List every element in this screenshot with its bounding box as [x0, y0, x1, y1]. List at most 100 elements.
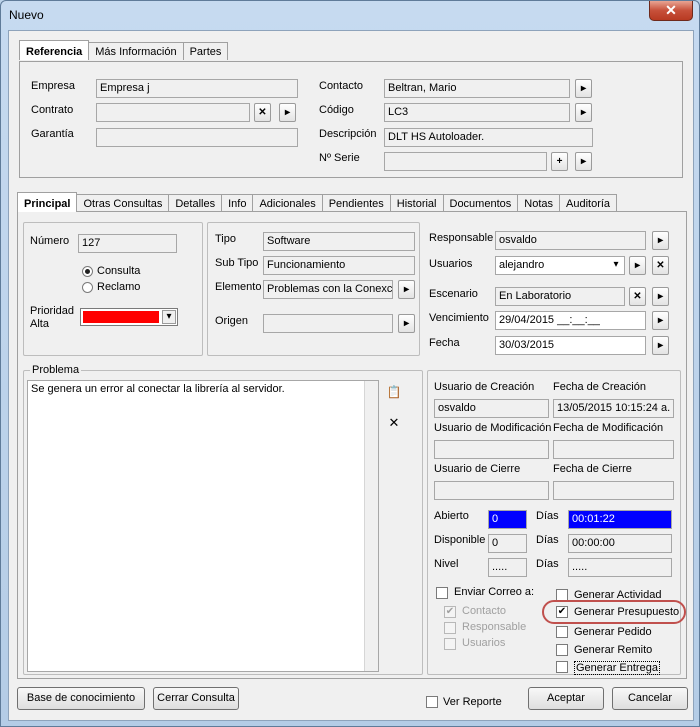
vencimiento-lookup-button[interactable]: ▸	[652, 311, 669, 330]
contacto-field[interactable]: Beltran, Mario	[384, 79, 570, 98]
arrow-right-icon: ▸	[657, 235, 664, 246]
generar-presupuesto-checkbox[interactable]: ✔	[556, 606, 568, 618]
ver-reporte-label: Ver Reporte	[443, 696, 502, 708]
origen-lookup-button[interactable]: ▸	[398, 314, 415, 333]
fecha-creacion-field: 13/05/2015 10:15:24 a.	[553, 399, 674, 418]
contacto-label: Contacto	[319, 80, 364, 92]
tab-referencia[interactable]: Referencia	[19, 40, 90, 60]
usuarios-lookup-button[interactable]: ▸	[629, 256, 646, 275]
tipo-field[interactable]: Software	[263, 232, 415, 251]
numero-group: Número 127 Consulta Reclamo Prioridad Al…	[23, 222, 203, 356]
escenario-label: Escenario	[429, 288, 478, 300]
problema-scrollbar[interactable]	[364, 381, 378, 671]
serie-label: Nº Serie	[319, 152, 360, 164]
responsable-lookup-button[interactable]: ▸	[652, 231, 669, 250]
nivel-dias-label: Días	[536, 558, 559, 570]
contrato-label: Contrato	[31, 104, 74, 116]
codigo-field[interactable]: LC3	[384, 103, 570, 122]
nivel-dias-field: .....	[568, 558, 672, 577]
contrato-lookup-button[interactable]: ▸	[279, 103, 296, 122]
prioridad-color-swatch	[83, 311, 159, 323]
generar-entrega-checkbox[interactable]	[556, 661, 568, 673]
usuarios-select[interactable]: alejandro	[495, 256, 625, 275]
tab-principal[interactable]: Principal	[17, 192, 78, 212]
descripcion-field[interactable]: DLT HS Autoloader.	[384, 128, 593, 147]
nivel-field: .....	[488, 558, 527, 577]
disponible-dias-field: 00:00:00	[568, 534, 672, 553]
correo-contacto-checkbox[interactable]: ✔	[444, 606, 456, 618]
cerrar-consulta-button[interactable]: Cerrar Consulta	[153, 687, 239, 710]
arrow-right-icon: ▸	[634, 260, 641, 271]
usuarios-clear-button[interactable]: ✕	[652, 256, 669, 275]
usuario-mod-field	[434, 440, 549, 459]
elemento-label: Elemento	[215, 281, 262, 293]
usuario-mod-label: Usuario de Modificación	[434, 422, 552, 434]
paste-icon[interactable]: 📋	[386, 385, 402, 401]
tab-documentos[interactable]: Documentos	[442, 194, 519, 212]
contacto-lookup-button[interactable]: ▸	[575, 79, 592, 98]
prioridad-select[interactable]: ▾	[80, 308, 178, 326]
correo-contacto-label: Contacto	[462, 605, 507, 617]
generar-pedido-checkbox[interactable]	[556, 626, 568, 638]
tab-partes[interactable]: Partes	[182, 42, 229, 60]
plus-icon: +	[556, 156, 563, 167]
tab-detalles[interactable]: Detalles	[168, 194, 223, 212]
abierto-dias-label: Días	[536, 510, 559, 522]
tab-otras-consultas[interactable]: Otras Consultas	[76, 194, 170, 212]
close-button[interactable]: ✕	[649, 1, 693, 21]
serie-lookup-button[interactable]: ▸	[575, 152, 592, 171]
tab-historial[interactable]: Historial	[389, 194, 444, 212]
origen-field[interactable]	[263, 314, 393, 333]
fecha-field[interactable]: 30/03/2015	[495, 336, 646, 355]
tab-notas[interactable]: Notas	[517, 194, 561, 212]
correo-usuarios-checkbox[interactable]	[444, 638, 456, 650]
vencimiento-field[interactable]: 29/04/2015 __:__:__	[495, 311, 646, 330]
escenario-clear-button[interactable]: ✕	[629, 287, 646, 306]
empresa-field[interactable]: Empresa j	[96, 79, 298, 98]
consulta-radio[interactable]	[82, 266, 93, 277]
base-conocimiento-button[interactable]: Base de conocimiento	[17, 687, 145, 710]
escenario-field[interactable]: En Laboratorio	[495, 287, 625, 306]
generar-entrega-label: Generar Entrega	[574, 661, 660, 675]
elemento-field[interactable]: Problemas con la Conexci	[263, 280, 393, 299]
arrow-right-icon: ▸	[657, 315, 664, 326]
contrato-field[interactable]	[96, 103, 250, 122]
tab-adicionales[interactable]: Adicionales	[252, 194, 323, 212]
correo-responsable-label: Responsable	[462, 621, 527, 633]
generar-remito-checkbox[interactable]	[556, 644, 568, 656]
fecha-cierre-label: Fecha de Cierre	[553, 463, 632, 475]
responsable-field[interactable]: osvaldo	[495, 231, 646, 250]
check-icon: ✔	[445, 606, 455, 617]
fecha-lookup-button[interactable]: ▸	[652, 336, 669, 355]
enviar-correo-checkbox[interactable]	[436, 587, 448, 599]
aceptar-button[interactable]: Aceptar	[528, 687, 604, 710]
codigo-lookup-button[interactable]: ▸	[575, 103, 592, 122]
tab-mas-informacion[interactable]: Más Información	[88, 42, 184, 60]
fecha-cierre-field	[553, 481, 674, 500]
fecha-creacion-label: Fecha de Creación	[553, 381, 646, 393]
subtipo-label: Sub Tipo	[215, 257, 259, 269]
elemento-lookup-button[interactable]: ▸	[398, 280, 415, 299]
cancelar-button[interactable]: Cancelar	[612, 687, 688, 710]
problema-textarea[interactable]: Se genera un error al conectar la librer…	[27, 380, 379, 672]
escenario-lookup-button[interactable]: ▸	[652, 287, 669, 306]
serie-field[interactable]	[384, 152, 547, 171]
contrato-clear-button[interactable]: ✕	[254, 103, 271, 122]
tab-auditoria[interactable]: Auditoría	[559, 194, 618, 212]
arrow-right-icon: ▸	[403, 318, 410, 329]
correo-responsable-checkbox[interactable]	[444, 622, 456, 634]
serie-add-button[interactable]: +	[551, 152, 568, 171]
reclamo-radio[interactable]	[82, 282, 93, 293]
generar-remito-label: Generar Remito	[574, 644, 653, 656]
ver-reporte-checkbox[interactable]	[426, 696, 438, 708]
subtipo-field[interactable]: Funcionamiento	[263, 256, 415, 275]
main-tabs: Principal Otras Consultas Detalles Info …	[17, 192, 618, 212]
arrow-right-icon: ▸	[580, 156, 587, 167]
tab-info[interactable]: Info	[221, 194, 254, 212]
principal-panel: Número 127 Consulta Reclamo Prioridad Al…	[17, 211, 687, 679]
chevron-down-icon[interactable]: ▾	[609, 258, 623, 273]
tab-pendientes[interactable]: Pendientes	[321, 194, 391, 212]
clear-icon[interactable]: ✕	[386, 415, 402, 431]
garantia-field[interactable]	[96, 128, 298, 147]
check-icon: ✔	[557, 606, 567, 617]
